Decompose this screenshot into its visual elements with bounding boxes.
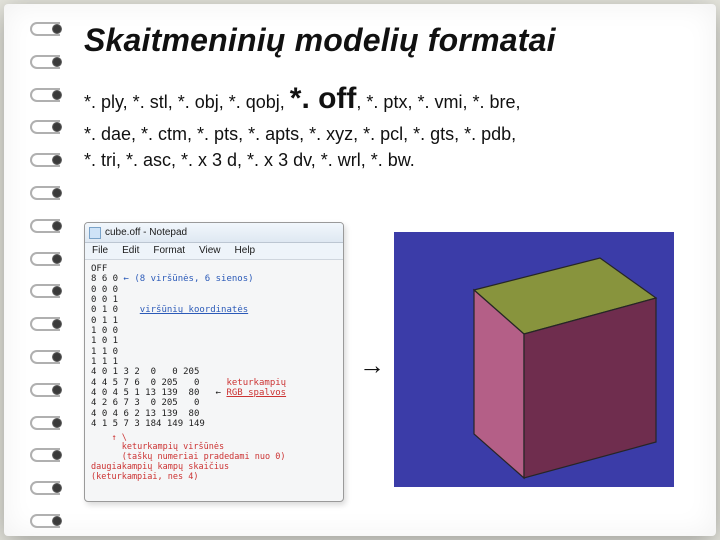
formats-line-2: *. dae, *. ctm, *. pts, *. apts, *. xyz,…: [84, 124, 516, 144]
vertex-row: 0 0 0: [91, 285, 118, 295]
cube-render: [404, 238, 664, 483]
face-row: 4 1 5 7 3 184 149 149: [91, 419, 205, 429]
spiral-binding: [30, 14, 66, 526]
counts-annotation: ← (8 viršūnės, 6 sienos): [124, 274, 254, 284]
cube-viewport: [394, 232, 674, 487]
menu-file[interactable]: File: [85, 243, 115, 259]
menu-edit[interactable]: Edit: [115, 243, 146, 259]
vertex-row: 1 0 0: [91, 326, 118, 336]
notepad-body: OFF 8 6 0 ← (8 viršūnės, 6 sienos) 0 0 0…: [85, 260, 343, 434]
formats-line-3: *. tri, *. asc, *. x 3 d, *. x 3 dv, *. …: [84, 150, 415, 170]
spiral-hole: [52, 514, 62, 528]
off-header: OFF: [91, 264, 107, 274]
slide-title: Skaitmeninių modelių formatai: [84, 22, 684, 59]
face-row: 4 0 1 3 2 0 0 205: [91, 367, 199, 377]
vertices-annotation: viršūnių koordinatės: [140, 305, 248, 315]
spiral-hole: [52, 350, 62, 364]
vertex-row: 0 1 0: [91, 305, 118, 315]
spiral-hole: [52, 284, 62, 298]
spiral-hole: [52, 219, 62, 233]
menu-view[interactable]: View: [192, 243, 228, 259]
spiral-hole: [52, 153, 62, 167]
spiral-hole: [52, 120, 62, 134]
vertex-row: 1 0 1: [91, 336, 118, 346]
spiral-hole: [52, 317, 62, 331]
spiral-hole: [52, 252, 62, 266]
formats-list: *. ply, *. stl, *. obj, *. qobj, *. off,…: [84, 77, 684, 173]
face-row: 4 2 6 7 3 0 205 0: [91, 398, 199, 408]
vertex-row: 0 1 1: [91, 316, 118, 326]
spiral-hole: [52, 186, 62, 200]
off-counts: 8 6 0: [91, 274, 118, 284]
formats-highlighted-off: *. off: [290, 82, 357, 115]
rgb-annot-1: keturkampių: [226, 378, 286, 388]
vertex-row: 0 0 1: [91, 295, 118, 305]
spiral-hole: [52, 88, 62, 102]
notepad-window: cube.off - Notepad File Edit Format View…: [84, 222, 344, 502]
spiral-hole: [52, 481, 62, 495]
notepad-title-text: cube.off - Notepad: [105, 227, 187, 238]
vertex-row: 1 1 0: [91, 347, 118, 357]
spiral-hole: [52, 22, 62, 36]
vertex-row: 1 1 1: [91, 357, 118, 367]
slide-content: Skaitmeninių modelių formatai *. ply, *.…: [84, 22, 684, 518]
spiral-hole: [52, 416, 62, 430]
face-row: 4 4 5 7 6 0 205 0: [91, 378, 199, 388]
arrow-icon: →: [359, 350, 385, 381]
menu-format[interactable]: Format: [146, 243, 192, 259]
face-row: 4 0 4 6 2 13 139 80: [91, 409, 199, 419]
notepad-titlebar: cube.off - Notepad: [85, 223, 343, 243]
formats-part-1: *. ply, *. stl, *. obj, *. qobj,: [84, 92, 290, 112]
spiral-hole: [52, 383, 62, 397]
formats-part-1b: , *. ptx, *. vmi, *. bre,: [356, 92, 520, 112]
face-vertex-annotation: ↑ \ keturkampių viršūnės (taškų numeriai…: [85, 434, 343, 483]
figure-row: cube.off - Notepad File Edit Format View…: [84, 222, 684, 518]
spiral-hole: [52, 448, 62, 462]
menu-help[interactable]: Help: [228, 243, 263, 259]
notepad-menubar: File Edit Format View Help: [85, 243, 343, 260]
spiral-hole: [52, 55, 62, 69]
notepad-app-icon: [89, 227, 101, 239]
face-row: 4 0 4 5 1 13 139 80: [91, 388, 199, 398]
rgb-annot-2: RGB spalvos: [226, 388, 286, 398]
